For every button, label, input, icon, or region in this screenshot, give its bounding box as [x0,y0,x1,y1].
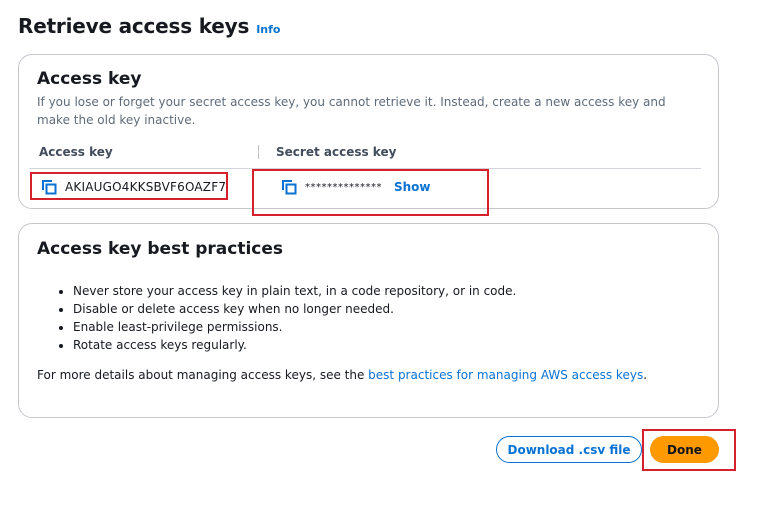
access-key-card-description: If you lose or forget your secret access… [37,95,666,127]
access-key-value: AKIAUGO4KKSBVF6OAZF7 [65,180,227,194]
list-item: Enable least-privilege permissions. [73,318,516,336]
secret-access-key-cell: ************** Show [281,179,431,195]
best-practices-more-text: For more details about managing access k… [37,368,647,382]
list-item: Never store your access key in plain tex… [73,282,516,300]
list-item: Rotate access keys regularly. [73,336,516,354]
column-divider [258,145,259,159]
best-practices-link[interactable]: best practices for managing AWS access k… [368,368,643,382]
table-row-divider [29,168,701,169]
done-button[interactable]: Done [650,436,719,463]
page-header: Retrieve access keys Info [18,14,280,38]
secret-access-key-masked: ************** [305,181,382,193]
info-link[interactable]: Info [256,23,280,36]
best-practices-list: Never store your access key in plain tex… [73,282,516,354]
access-key-card-title: Access key [37,69,142,89]
column-header-access-key: Access key [39,145,113,159]
access-key-card: Access key If you lose or forget your se… [18,54,719,209]
list-item: Disable or delete access key when no lon… [73,300,516,318]
page-title: Retrieve access keys [18,14,250,38]
copy-icon[interactable] [281,179,297,195]
retrieve-access-keys-page: Retrieve access keys Info Access key If … [0,0,771,506]
download-csv-button[interactable]: Download .csv file [496,436,642,463]
best-practices-card: Access key best practices Never store yo… [18,223,719,418]
more-text-prefix: For more details about managing access k… [37,368,369,382]
column-header-secret-access-key: Secret access key [276,145,397,159]
access-key-cell: AKIAUGO4KKSBVF6OAZF7 [41,179,226,195]
show-secret-button[interactable]: Show [394,180,431,194]
copy-icon[interactable] [41,179,57,195]
best-practices-card-title: Access key best practices [37,239,284,259]
more-text-suffix: . [643,368,648,382]
